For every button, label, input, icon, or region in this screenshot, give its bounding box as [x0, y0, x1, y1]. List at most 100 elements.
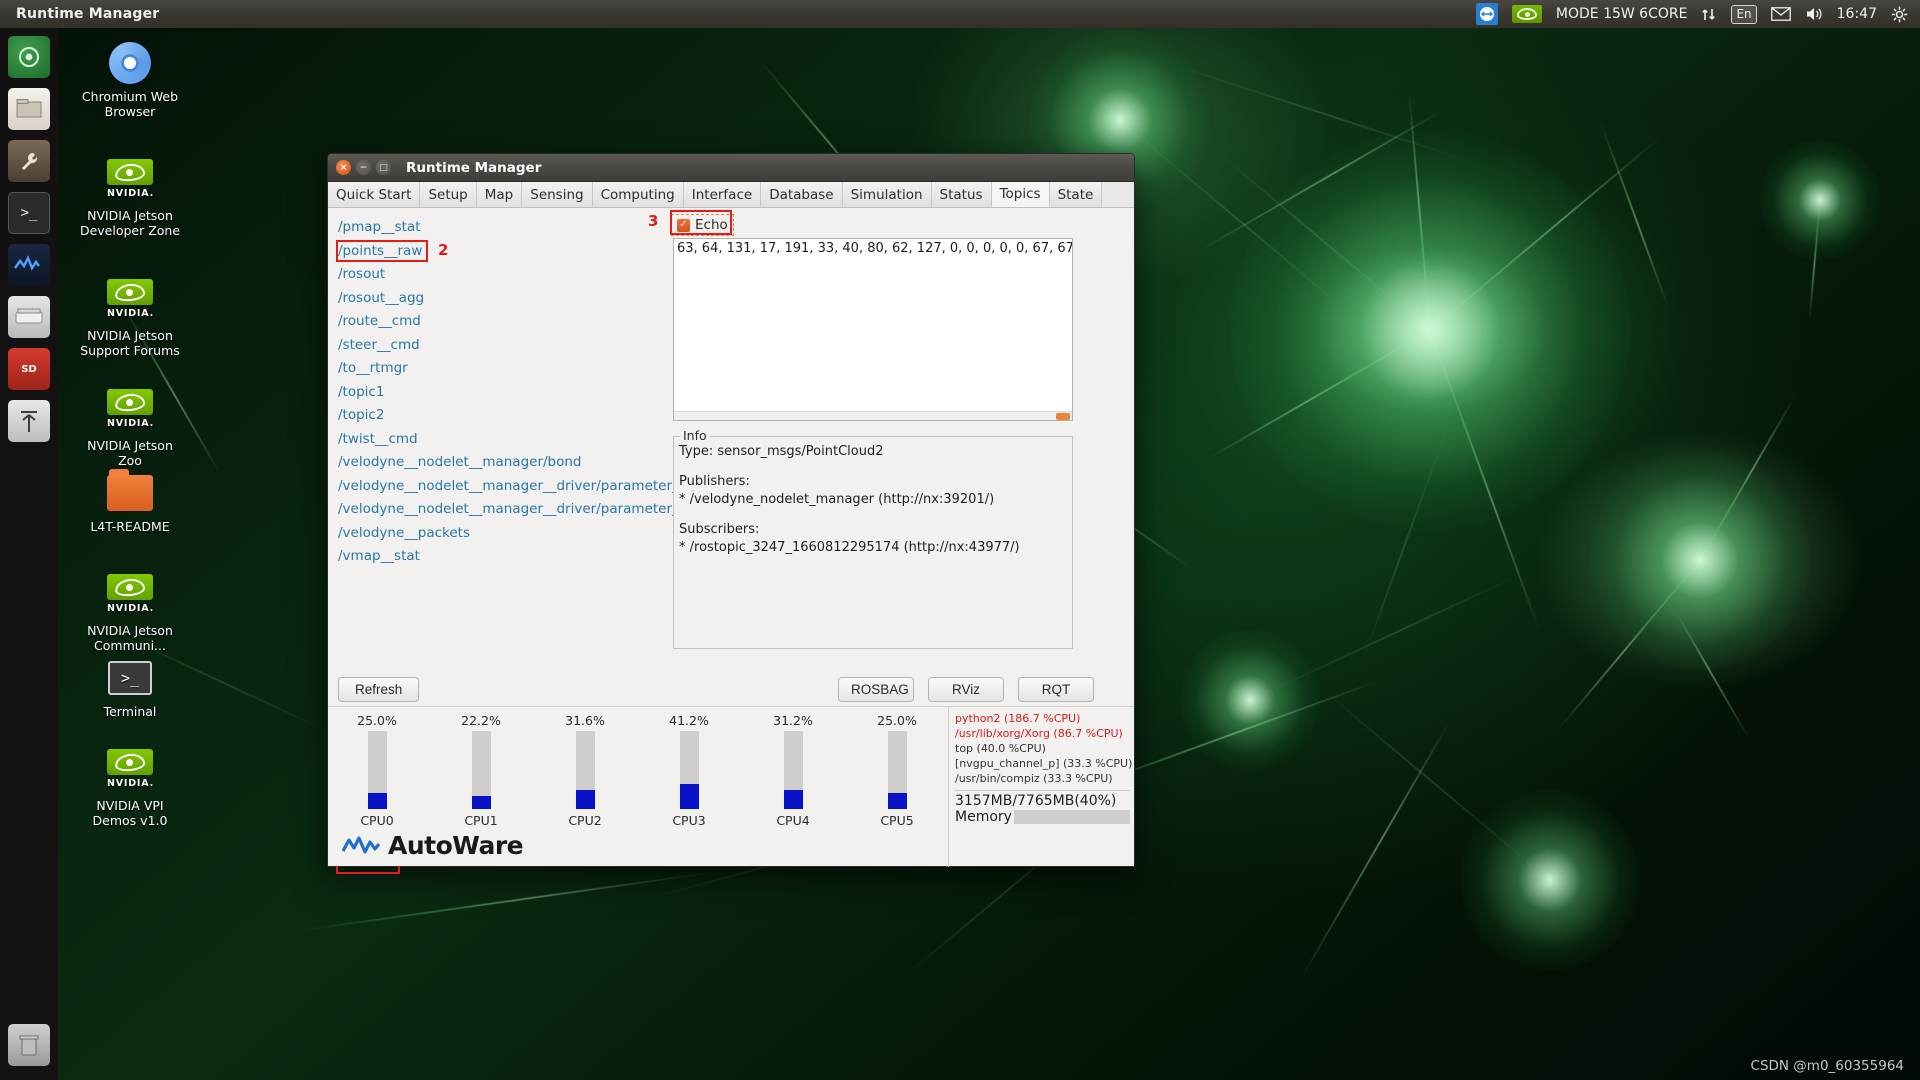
launcher-item-sd-card[interactable]: SD [8, 348, 50, 390]
maximize-icon[interactable]: □ [376, 160, 391, 175]
cpu-meter-cpu5: 25.0%CPU5 [866, 713, 928, 866]
topic-list-item[interactable]: /rosout__agg [338, 287, 668, 311]
tab-sensing[interactable]: Sensing [522, 182, 592, 207]
topic-list-item[interactable]: /route__cmd [338, 310, 668, 334]
desktop-icon-folder-4[interactable]: L4T-README [78, 470, 182, 534]
echo-output-text: 63, 64, 131, 17, 191, 33, 40, 80, 62, 12… [677, 241, 1069, 256]
launcher-item-disk-drive[interactable] [8, 296, 50, 338]
watermark-text: CSDN @m0_60355964 [1751, 1058, 1904, 1074]
topic-list-item[interactable]: /velodyne__nodelet__manager/bond [338, 451, 668, 475]
topic-list-item[interactable]: /rosout [338, 263, 668, 287]
cpu-bar-track [784, 731, 803, 809]
speaker-icon[interactable] [1805, 6, 1823, 22]
cpu-percent-label: 25.0% [877, 713, 917, 728]
gear-icon[interactable] [1891, 6, 1908, 23]
topic-list-item[interactable]: /twist__cmd [338, 428, 668, 452]
arrows-horizontal-icon[interactable] [1476, 3, 1498, 25]
info-publishers-label: Publishers: [674, 473, 1072, 491]
tab-simulation[interactable]: Simulation [843, 182, 932, 207]
cpu-bar-track [576, 731, 595, 809]
cpu-label: CPU3 [672, 813, 705, 828]
tab-topics[interactable]: Topics [992, 182, 1050, 207]
topic-list-item[interactable]: /pmap__stat [338, 216, 668, 240]
window-body: /pmap__stat/points__raw/rosout/rosout__a… [328, 208, 1134, 706]
nvidia-eye-icon[interactable] [1512, 5, 1542, 23]
refresh-button[interactable]: Refresh [338, 677, 419, 702]
rqt-button[interactable]: RQT [1018, 677, 1094, 702]
echo-checkbox[interactable]: ✓ Echo [673, 216, 732, 234]
background-vein [300, 872, 716, 931]
topic-list-item[interactable]: /to__rtmgr [338, 357, 668, 381]
launcher-item-autoware[interactable] [8, 244, 50, 286]
topic-list-item[interactable]: /vmap__stat [338, 545, 668, 569]
tab-label: Topics [1000, 186, 1041, 202]
cpu-label: CPU2 [568, 813, 601, 828]
desktop-icon-nvidia-2[interactable]: NVIDIA.NVIDIA Jetson Support Forums [78, 275, 182, 358]
tab-status[interactable]: Status [932, 182, 992, 207]
topic-list-item[interactable]: /velodyne__nodelet__manager__driver/para… [338, 498, 668, 522]
topic-list[interactable]: /pmap__stat/points__raw/rosout/rosout__a… [328, 208, 668, 706]
scrollbar-thumb[interactable] [1056, 413, 1070, 420]
close-icon[interactable]: × [336, 160, 351, 175]
desktop-icon-chromium-0[interactable]: Chromium Web Browser [78, 40, 182, 119]
info-type-line: Type: sensor_msgs/PointCloud2 [674, 443, 1072, 461]
desktop-icon-nvidia-3[interactable]: NVIDIA. NVIDIA Jetson Zoo [78, 385, 182, 468]
tab-setup[interactable]: Setup [420, 182, 476, 207]
tab-database[interactable]: Database [761, 182, 842, 207]
topic-list-item[interactable]: /steer__cmd [338, 334, 668, 358]
clock[interactable]: 16:47 [1837, 6, 1877, 22]
minimize-icon[interactable]: − [356, 160, 371, 175]
topic-list-item[interactable]: /topic1 [338, 381, 668, 405]
cpu-bar-fill [784, 790, 803, 809]
tab-quick-start[interactable]: Quick Start [328, 182, 420, 207]
topic-list-item[interactable]: /velodyne__packets [338, 522, 668, 546]
launcher-item-system-tools[interactable] [8, 140, 50, 182]
process-line: top (40.0 %CPU) [955, 741, 1130, 756]
points-raw-topic[interactable]: /points__raw [338, 240, 668, 264]
envelope-icon[interactable] [1771, 7, 1791, 21]
echo-output-area[interactable]: 63, 64, 131, 17, 191, 33, 40, 80, 62, 12… [673, 238, 1073, 421]
echo-label: Echo [695, 217, 728, 233]
tab-computing[interactable]: Computing [593, 182, 684, 207]
top-panel: Runtime Manager MODE 15W 6CORE En 16:47 [0, 0, 1920, 28]
desktop-icon-label: Chromium Web Browser [78, 89, 182, 119]
desktop-icon-nvidia-5[interactable]: NVIDIA.NVIDIA Jetson Communi... [78, 570, 182, 653]
launcher-item-terminal[interactable]: >_ [8, 192, 50, 234]
launcher-item-trash[interactable] [8, 1024, 50, 1066]
tab-label: Simulation [851, 187, 923, 203]
desktop-icon-label: NVIDIA Jetson Zoo [78, 438, 182, 468]
chromium-icon [109, 42, 151, 84]
action-button-row: Refresh ROSBAG RViz RQT [328, 666, 1134, 706]
autoware-mark-icon [342, 835, 380, 857]
window-titlebar[interactable]: × − □ Runtime Manager [328, 154, 1134, 182]
nvidia-icon: NVIDIA. [107, 389, 153, 431]
memory-meter-row: Memory [955, 809, 1130, 825]
launcher-item-files[interactable] [8, 88, 50, 130]
rosbag-button[interactable]: ROSBAG [838, 677, 914, 702]
launcher-item-usb-device[interactable] [8, 400, 50, 442]
desktop-icon-nvidia-7[interactable]: NVIDIA.NVIDIA VPI Demos v1.0 [78, 745, 182, 828]
tab-label: State [1058, 187, 1094, 203]
topic-list-item[interactable]: /velodyne__nodelet__manager__driver/para… [338, 475, 668, 499]
desktop-icon-terminal-6[interactable]: >_Terminal [78, 655, 182, 719]
power-mode-label[interactable]: MODE 15W 6CORE [1556, 6, 1688, 22]
tab-map[interactable]: Map [477, 182, 523, 207]
runtime-manager-window[interactable]: × − □ Runtime Manager Quick StartSetupMa… [327, 153, 1135, 867]
resource-monitor-footer: 25.0%CPU022.2%CPU131.6%CPU241.2%CPU331.2… [328, 706, 1134, 866]
cpu-bar-fill [368, 793, 387, 809]
annotation-number-2: 2 [438, 241, 448, 259]
echo-horizontal-scrollbar[interactable] [674, 411, 1072, 420]
info-subscriber-entry: * /rostopic_3247_1660812295174 (http://n… [674, 539, 1072, 557]
tab-interface[interactable]: Interface [684, 182, 761, 207]
rviz-button[interactable]: RViz [928, 677, 1004, 702]
cpu-percent-label: 31.2% [773, 713, 813, 728]
tab-state[interactable]: State [1050, 182, 1103, 207]
background-vein [1200, 110, 1443, 251]
keyboard-layout-indicator[interactable]: En [1731, 5, 1756, 24]
process-line: [nvgpu_channel_p] (33.3 %CPU) [955, 756, 1130, 771]
launcher-item-dash-home[interactable] [8, 36, 50, 78]
topic-list-item[interactable]: /topic2 [338, 404, 668, 428]
network-updown-icon[interactable] [1701, 6, 1717, 23]
tab-label: Computing [601, 187, 675, 203]
desktop-icon-nvidia-1[interactable]: NVIDIA.NVIDIA Jetson Developer Zone [78, 155, 182, 238]
